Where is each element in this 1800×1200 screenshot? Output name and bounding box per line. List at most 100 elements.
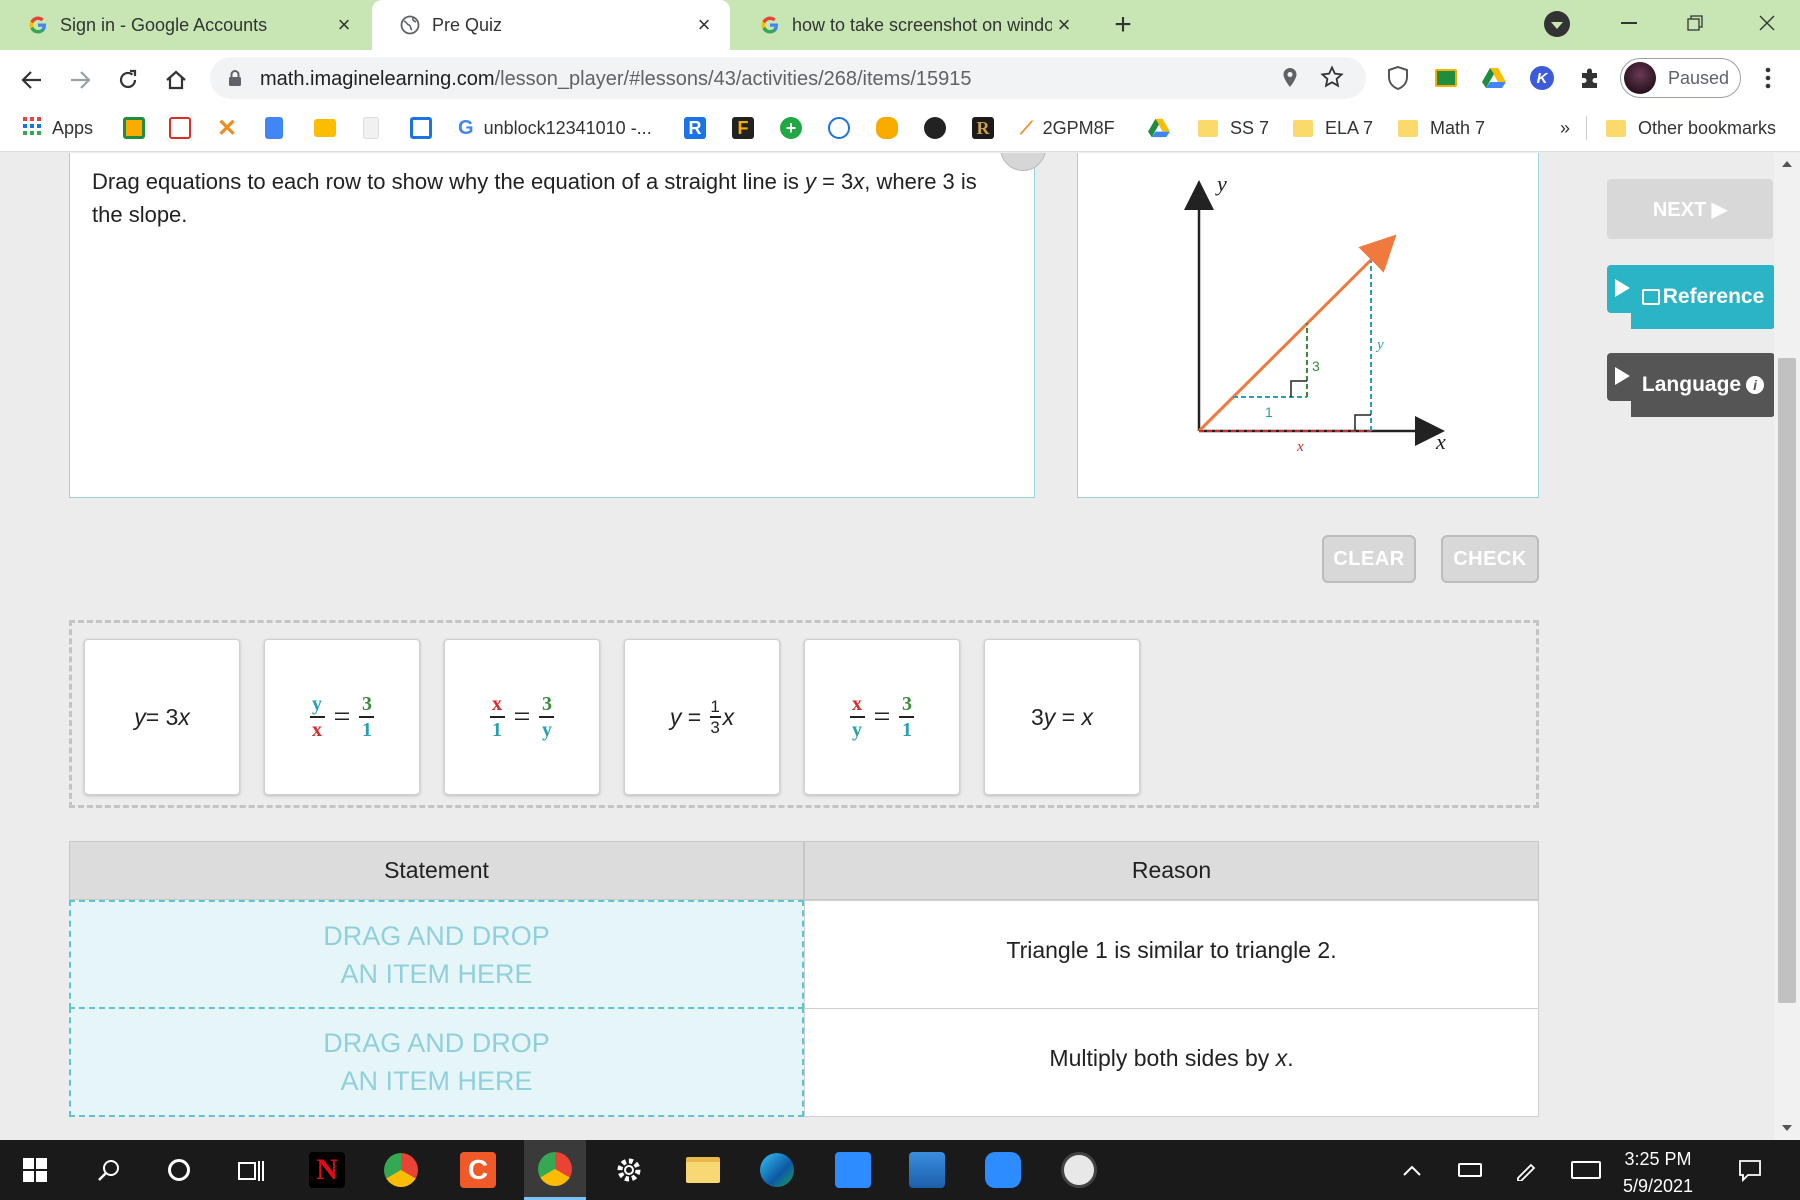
bookmark-blank[interactable] [363,114,379,142]
bookmark-mask[interactable] [828,114,850,142]
close-window-icon[interactable] [1740,0,1794,46]
chrome-active-icon[interactable] [524,1140,586,1200]
tab-screenshot-search[interactable]: how to take screenshot on windo × [732,0,1090,50]
bookmark-x[interactable]: ✕ [217,114,237,142]
bookmark-folder-ela7[interactable]: ELA 7 [1293,114,1373,142]
bookmark-slides[interactable] [314,114,336,142]
bookmark-drive[interactable] [1148,114,1170,142]
zoom-icon[interactable] [972,1140,1034,1200]
battery-icon[interactable] [1446,1140,1494,1200]
bookmark-f[interactable]: F [732,114,754,142]
extensions-puzzle-icon[interactable] [1574,62,1606,94]
tab-sign-in[interactable]: Sign in - Google Accounts × [0,0,370,50]
bookmark-apps[interactable]: Apps [22,114,93,142]
bookmark-unblock[interactable]: G unblock12341010 -... [458,114,652,142]
bookmark-gallery[interactable] [169,114,191,142]
card-text: y [669,703,682,730]
equation-card-y-one-third-x[interactable]: y = 13x [624,639,780,795]
c-app-icon[interactable]: C [447,1140,509,1200]
bookmark-star-icon[interactable] [1320,65,1344,94]
equation-card-3y-equals-x[interactable]: 3y = x [984,639,1140,795]
bookmark-plus[interactable]: + [780,114,802,142]
edge-icon[interactable] [746,1140,808,1200]
bookmark-classroom[interactable] [123,114,145,142]
chrome-icon[interactable] [370,1140,432,1200]
forward-icon[interactable] [62,62,98,98]
keyboard-icon[interactable] [1562,1140,1610,1200]
shield-extension-icon[interactable] [1382,62,1414,94]
bookmark-2gpm8f[interactable]: ⟋ 2GPM8F [1020,114,1115,142]
equation-card-y-over-x[interactable]: yx = 31 [264,639,420,795]
r-dark-icon: R [972,117,994,139]
bookmark-book[interactable] [410,114,432,142]
settings-gear-icon[interactable] [598,1140,660,1200]
numerator: 1 [710,697,720,717]
reload-icon[interactable] [110,62,146,98]
fraction-right: 31 [359,694,375,740]
equation-card-x-over-y[interactable]: xy = 31 [804,639,960,795]
tab-pre-quiz[interactable]: Pre Quiz × [372,0,730,50]
globe-icon [924,117,946,139]
next-button[interactable]: NEXT ▶ [1607,179,1773,239]
clear-button[interactable]: CLEAR [1322,535,1416,583]
address-bar[interactable]: math.imaginelearning.com/lesson_player/#… [210,57,1366,99]
home-icon[interactable] [158,62,194,98]
bookmark-hand[interactable] [876,114,898,142]
snipping-tool-icon[interactable] [1048,1140,1110,1200]
clock-time: 3:25 PM [1624,1149,1692,1169]
close-tab-icon[interactable]: × [1052,12,1076,37]
minimize-icon[interactable] [1602,0,1656,46]
task-view-icon[interactable] [220,1140,282,1200]
scroll-up-icon[interactable] [1782,161,1792,167]
photos-icon[interactable] [896,1140,958,1200]
back-icon[interactable] [14,62,50,98]
netflix-icon[interactable]: N [296,1140,358,1200]
equation-card-y-equals-3x[interactable]: y = 3x [84,639,240,795]
language-button[interactable]: Language i [1607,353,1775,417]
search-icon[interactable] [78,1140,140,1200]
reference-button[interactable]: Reference [1607,265,1775,329]
bookmark-folder-ss7[interactable]: SS 7 [1198,114,1269,142]
k-extension-icon[interactable]: K [1526,62,1558,94]
check-button[interactable]: CHECK [1441,535,1539,583]
more-bookmarks-button[interactable]: » [1560,114,1570,142]
drop-placeholder: AN ITEM HERE [340,1066,533,1096]
numerator: 3 [541,693,552,715]
close-tab-icon[interactable]: × [332,12,356,37]
google-g-icon: G [458,116,474,139]
lesson-content: Drag equations to each row to show why t… [0,153,1800,1140]
y-axis-label: y [1215,171,1227,196]
url-text[interactable]: math.imaginelearning.com/lesson_player/#… [260,68,972,91]
restore-icon[interactable] [1668,0,1722,46]
bookmark-docs[interactable] [265,114,283,142]
profile-button[interactable]: Paused [1620,58,1741,98]
zoom-video-icon[interactable] [822,1140,884,1200]
bookmark-r[interactable]: R [684,114,706,142]
menu-kebab-icon[interactable] [1752,62,1784,94]
classroom-extension-icon[interactable] [1430,62,1462,94]
bookmark-dark-r[interactable]: R [972,114,994,142]
notifications-icon[interactable] [1720,1140,1780,1200]
scrollbar-thumb[interactable] [1778,358,1796,1003]
location-pin-icon[interactable] [1282,67,1298,94]
tab-search-icon[interactable] [1544,11,1570,37]
close-tab-icon[interactable]: × [692,12,716,37]
scroll-down-icon[interactable] [1782,1125,1792,1131]
pen-icon[interactable] [1502,1140,1550,1200]
bookmark-other[interactable]: Other bookmarks [1606,114,1776,142]
drop-zone-row-1[interactable]: DRAG AND DROP AN ITEM HERE [69,900,804,1009]
google-g-icon [760,15,780,35]
drive-extension-icon[interactable] [1478,62,1510,94]
show-hidden-icons[interactable] [1392,1140,1432,1200]
drop-zone-row-2[interactable]: DRAG AND DROP AN ITEM HERE [69,1007,804,1117]
windows-start-icon[interactable] [4,1140,66,1200]
system-clock[interactable]: 3:25 PM 5/9/2021 [1618,1146,1698,1200]
new-tab-button[interactable]: + [1108,10,1138,41]
file-explorer-icon[interactable] [672,1140,734,1200]
equation-card-x-over-1[interactable]: x1 = 3y [444,639,600,795]
google-g-icon [28,15,48,35]
cortana-icon[interactable] [148,1140,210,1200]
bookmark-globe[interactable] [924,114,946,142]
bookmark-folder-math7[interactable]: Math 7 [1398,114,1485,142]
denominator: x [312,719,323,741]
